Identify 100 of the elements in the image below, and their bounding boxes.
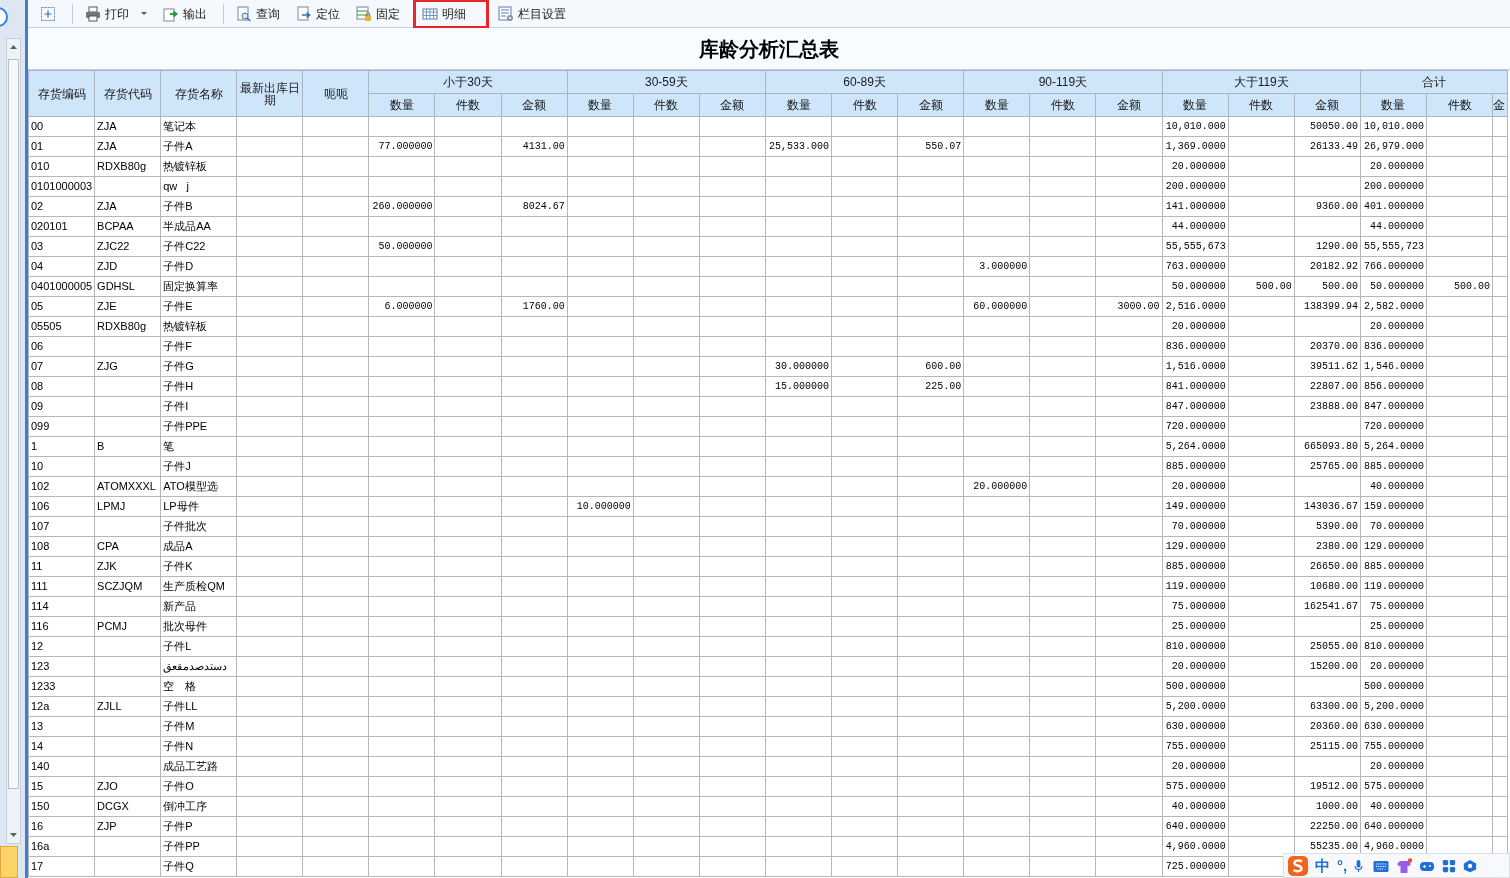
table-cell: 空 格 bbox=[160, 676, 237, 697]
table-cell: ZJLL bbox=[94, 696, 161, 717]
table-cell: 55,555,723 bbox=[1360, 236, 1427, 257]
table-cell: 06 bbox=[28, 336, 95, 357]
table-cell: 26650.00 bbox=[1294, 556, 1361, 577]
table-cell: 836.000000 bbox=[1162, 336, 1229, 357]
table-cell: 129.000000 bbox=[1360, 536, 1427, 557]
table-cell: 子件J bbox=[160, 456, 237, 477]
toolbar-button[interactable]: 明细 bbox=[416, 1, 486, 26]
table-cell: 010 bbox=[28, 156, 95, 177]
table-cell: ZJD bbox=[94, 256, 161, 277]
column-group-header: 合计 bbox=[1360, 70, 1508, 94]
table-cell: 70.000000 bbox=[1162, 516, 1229, 537]
table-cell: 50.000000 bbox=[1360, 276, 1427, 297]
table-cell: ZJK bbox=[94, 556, 161, 577]
table-cell: 子件LL bbox=[160, 696, 237, 717]
table-cell: 9360.00 bbox=[1294, 196, 1361, 217]
table-cell: 26133.49 bbox=[1294, 136, 1361, 157]
table-cell: 22807.00 bbox=[1294, 376, 1361, 397]
table-cell: 子件A bbox=[160, 136, 237, 157]
table-cell: 25765.00 bbox=[1294, 456, 1361, 477]
table-cell: 子件C22 bbox=[160, 236, 237, 257]
table-cell: 16 bbox=[28, 816, 95, 837]
report-title: 库龄分析汇总表 bbox=[699, 36, 839, 62]
table-cell: 19512.00 bbox=[1294, 776, 1361, 797]
table-cell: 40.000000 bbox=[1360, 476, 1427, 497]
table-cell: 10 bbox=[28, 456, 95, 477]
table-cell: 500.000000 bbox=[1360, 676, 1427, 697]
table-cell: 162541.67 bbox=[1294, 596, 1361, 617]
table-cell: 70.000000 bbox=[1360, 516, 1427, 537]
table-cell: 20.000000 bbox=[963, 476, 1030, 497]
ime-label[interactable]: °, bbox=[1337, 858, 1348, 873]
table-cell: 44.000000 bbox=[1162, 216, 1229, 237]
table-cell: 子件PP bbox=[160, 836, 237, 857]
toolbar-button[interactable]: 固定 bbox=[350, 1, 406, 26]
shirt-icon[interactable] bbox=[1396, 857, 1413, 874]
table-cell: 10,010.000 bbox=[1360, 116, 1427, 137]
table-cell: 500.00 bbox=[1426, 276, 1493, 297]
column-header[interactable]: 存货名称 bbox=[160, 70, 237, 117]
table-cell: 子件Q bbox=[160, 856, 237, 877]
caret-icon bbox=[141, 12, 147, 15]
table-cell: 44.000000 bbox=[1360, 216, 1427, 237]
table-cell: 630.000000 bbox=[1360, 716, 1427, 737]
column-header[interactable]: 存货代码 bbox=[94, 70, 161, 117]
table-cell: ZJP bbox=[94, 816, 161, 837]
table-cell: 725.000000 bbox=[1162, 856, 1229, 877]
ime-label[interactable]: 中 bbox=[1315, 858, 1330, 873]
table-cell: 25.000000 bbox=[1162, 616, 1229, 637]
table-cell: 成品工艺路 bbox=[160, 756, 237, 777]
column-header[interactable]: 最新出库日期 bbox=[236, 70, 303, 117]
column-header[interactable]: 存货编码 bbox=[28, 70, 95, 117]
scroll-up-icon[interactable] bbox=[10, 45, 17, 49]
table-cell: 836.000000 bbox=[1360, 336, 1427, 357]
table-cell: 2,582.0000 bbox=[1360, 296, 1427, 317]
table-cell: 20.000000 bbox=[1360, 316, 1427, 337]
table-cell: 20182.92 bbox=[1294, 256, 1361, 277]
table-cell: 09 bbox=[28, 396, 95, 417]
table-cell: 500.00 bbox=[1294, 276, 1361, 297]
table-cell: 16a bbox=[28, 836, 95, 857]
column-group-header: 小于30天 bbox=[368, 70, 568, 94]
table-cell: CPA bbox=[94, 536, 161, 557]
toolbar-button[interactable]: 打印 bbox=[79, 1, 153, 26]
table-cell: DCGX bbox=[94, 796, 161, 817]
table-cell: 50.000000 bbox=[1162, 276, 1229, 297]
table-cell: 25115.00 bbox=[1294, 736, 1361, 757]
table-cell: ZJA bbox=[94, 116, 161, 137]
table-cell: LP母件 bbox=[160, 496, 237, 517]
table-cell: 40.000000 bbox=[1162, 796, 1229, 817]
scroll-down-icon[interactable] bbox=[10, 833, 17, 837]
table-cell: 1,516.0000 bbox=[1162, 356, 1229, 377]
table-cell: 143036.67 bbox=[1294, 496, 1361, 517]
table-cell: RDXB80g bbox=[94, 316, 161, 337]
add-icon bbox=[40, 5, 56, 22]
table-cell: ZJG bbox=[94, 356, 161, 377]
apps-grid-icon[interactable] bbox=[1442, 857, 1457, 874]
sogou-logo-icon[interactable] bbox=[1288, 855, 1308, 876]
toolbar-button[interactable]: 查询 bbox=[230, 1, 286, 26]
table-cell: ZJA bbox=[94, 136, 161, 157]
table-cell: 720.000000 bbox=[1162, 416, 1229, 437]
toolbar-button[interactable]: 输出 bbox=[157, 1, 213, 26]
table-cell: 17 bbox=[28, 856, 95, 877]
table-cell: 生产质检QM bbox=[160, 576, 237, 597]
column-header[interactable]: 呃呃 bbox=[302, 70, 369, 117]
toolbar-button[interactable]: 栏目设置 bbox=[492, 1, 572, 26]
table-cell: 5390.00 bbox=[1294, 516, 1361, 537]
table-cell: 150 bbox=[28, 796, 95, 817]
table-cell: 成品A bbox=[160, 536, 237, 557]
table-cell: 03 bbox=[28, 236, 95, 257]
table-cell: 810.000000 bbox=[1162, 636, 1229, 657]
table-cell: 401.000000 bbox=[1360, 196, 1427, 217]
table-cell: GDHSL bbox=[94, 276, 161, 297]
table-cell: 子件L bbox=[160, 636, 237, 657]
table-cell: 5,264.0000 bbox=[1360, 436, 1427, 457]
scrollbar[interactable] bbox=[6, 38, 21, 844]
table-cell: 129.000000 bbox=[1162, 536, 1229, 557]
table-cell: ATOMXXXL bbox=[94, 476, 161, 497]
table-cell: 11 bbox=[28, 556, 95, 577]
table-cell: 020101 bbox=[28, 216, 95, 237]
toolbar-button[interactable]: 定位 bbox=[290, 1, 346, 26]
scroll-thumb[interactable] bbox=[8, 59, 19, 789]
